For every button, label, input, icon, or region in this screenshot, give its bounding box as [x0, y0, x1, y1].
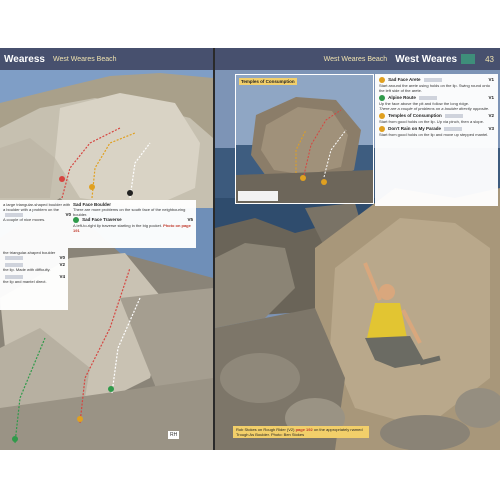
- topo-marker-yellow-2: [321, 179, 327, 185]
- route-grade: V0: [59, 255, 65, 260]
- left-lower-panel: the triangular-shaped boulder V0 V2 the …: [0, 248, 68, 310]
- topo-marker-red: [59, 176, 65, 182]
- route-item-4: Don't Rain on My Parade V3 Start from go…: [379, 126, 494, 137]
- inset-label: Temples of Consumption: [239, 78, 297, 85]
- route-desc: A couple of nice moves.: [3, 217, 46, 222]
- mountain-icon: [461, 54, 476, 64]
- route-grade: V1: [488, 77, 494, 82]
- route-item-1: Sad Face Arete V1 Start around the arete…: [379, 77, 494, 93]
- route-grade: V1: [488, 95, 494, 100]
- route-name: Don't Rain on My Parade: [388, 126, 441, 132]
- route-desc-text: A left-to-right lip traverse starting in…: [73, 223, 162, 228]
- topo-marker-yellow: [89, 184, 95, 190]
- page-number: 43: [485, 54, 494, 64]
- route-icons: [419, 96, 437, 100]
- route-name: Sad Face Traverse: [82, 217, 122, 223]
- left-lower-route-2: V2 the lip. Made with difficulty.: [3, 262, 65, 272]
- route-grade: V3: [488, 126, 494, 131]
- route-grade: V4: [59, 274, 65, 279]
- left-upper-col-a: a large triangular-shaped boulder with a…: [3, 202, 71, 224]
- route-icons: [423, 78, 442, 82]
- sad-face-traverse: Sad Face Traverse V5 A left-to-right lip…: [73, 217, 193, 233]
- left-header-subtitle: West Weares Beach: [52, 55, 117, 63]
- right-header: West Weares Beach West Weares 43: [215, 48, 500, 70]
- topo-marker-green: [108, 386, 114, 392]
- publisher-logo: RH: [168, 431, 180, 439]
- right-header-title: West Weares: [395, 53, 458, 65]
- left-header: Wearess West Weares Beach: [0, 48, 213, 70]
- left-upper-intro: a large triangular-shaped boulder with a…: [3, 202, 71, 212]
- route-grade: V2: [59, 262, 65, 267]
- left-upper-panel: a large triangular-shaped boulder with a…: [0, 200, 196, 248]
- route-desc: Start from good holds on the lip. Up via…: [379, 119, 484, 124]
- topo-marker-teal: [12, 436, 18, 442]
- route-icons: [444, 127, 463, 131]
- guidebook-spread: Wearess West Weares Beach a large triang…: [0, 48, 500, 450]
- topo-marker-black: [127, 190, 133, 196]
- route-desc: the lip and mantel direct.: [3, 279, 47, 284]
- temples-inset-photo: Temples of Consumption: [235, 74, 374, 204]
- route-item-2: Alpine Route V1 Up the face above the pi…: [379, 95, 494, 111]
- route-note: There are a couple of problems on a boul…: [379, 106, 490, 111]
- left-upper-col-b: Sad Face Boulder There are more problems…: [73, 202, 193, 235]
- left-lower-route-3: V4 the lip and mantel direct.: [3, 274, 65, 284]
- route-desc: Start from good holds on the lip and mov…: [379, 132, 489, 137]
- route-name: Temples of Consumption: [388, 113, 442, 119]
- route-icons: [444, 114, 463, 118]
- route-desc: Start around the arete using holds on th…: [379, 83, 490, 93]
- route-name: Alpine Route: [388, 95, 416, 101]
- route-list-panel: Sad Face Arete V1 Start around the arete…: [375, 74, 498, 206]
- left-page: Wearess West Weares Beach a large triang…: [0, 48, 213, 450]
- left-header-title: Wearess: [4, 53, 45, 65]
- right-page: West Weares Beach West Weares 43 Temples…: [215, 48, 500, 450]
- route-icons: [5, 255, 23, 260]
- route-grade: V5: [187, 217, 193, 222]
- inset-topo: [236, 75, 373, 203]
- right-header-subtitle: West Weares Beach: [323, 55, 388, 63]
- topo-marker-yellow: [300, 175, 306, 181]
- topo-marker-yellow-lower: [77, 416, 83, 422]
- route-item-3: Temples of Consumption V2 Start from goo…: [379, 113, 494, 124]
- left-lower-route-1: V0: [3, 255, 65, 260]
- left-upper-route-1: V0 A couple of nice moves.: [3, 212, 71, 222]
- route-grade: V0: [65, 212, 71, 217]
- route-name: Sad Face Arete: [388, 77, 421, 83]
- inset-icon-strip: [238, 191, 278, 201]
- photo-caption: Rob Stokes on Rough Rider (V2) page 192 …: [233, 426, 369, 438]
- route-desc: the lip. Made with difficulty.: [3, 267, 51, 272]
- route-grade: V2: [488, 113, 494, 118]
- sad-face-boulder-desc: There are more problems on the south fac…: [73, 207, 186, 217]
- route-desc: A left-to-right lip traverse starting in…: [73, 223, 193, 233]
